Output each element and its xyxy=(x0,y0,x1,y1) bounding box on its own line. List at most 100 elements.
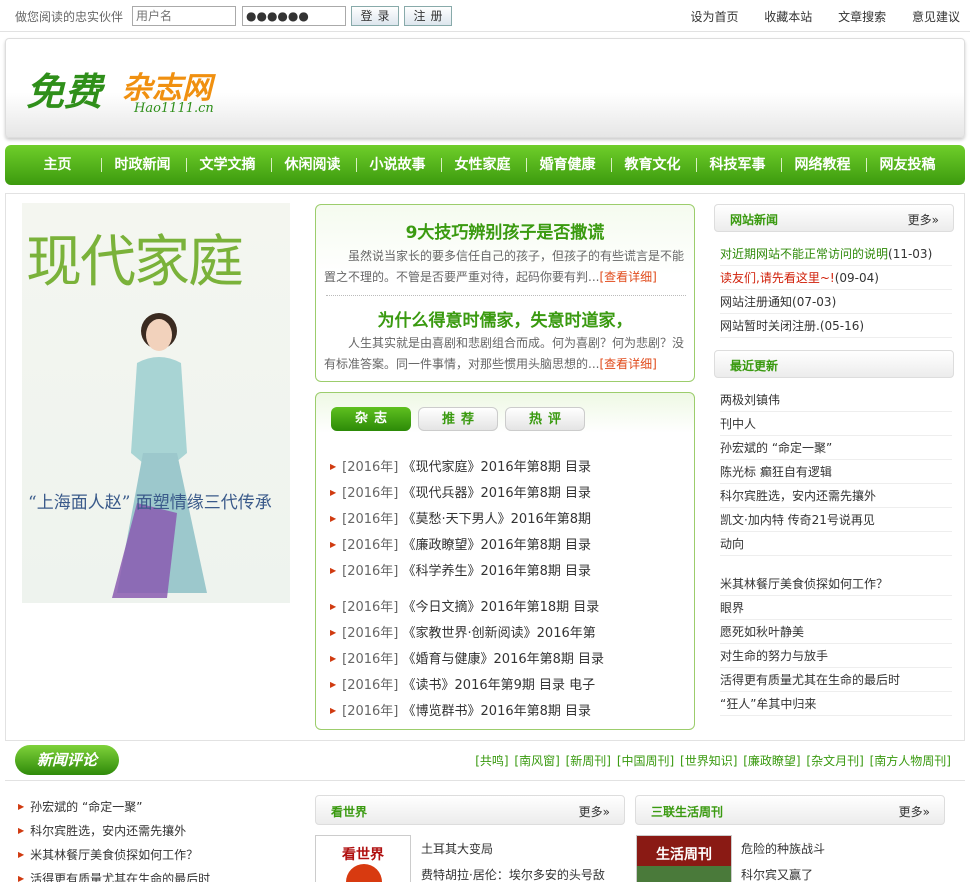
list-item[interactable]: ▶ [2016年] 《现代兵器》2016年第8期 目录 xyxy=(330,482,591,501)
password-input[interactable] xyxy=(242,6,346,26)
nav-item-tech[interactable]: 科技军事 xyxy=(695,145,780,185)
list-item[interactable]: ▶ [2016年] 《现代家庭》2016年第8期 目录 xyxy=(330,456,591,475)
thumb-title: 看世界 xyxy=(342,847,384,863)
magazine-box-item[interactable]: 危险的种族战斗 xyxy=(741,840,825,857)
news-review-button[interactable]: 新闻评论 xyxy=(15,745,119,775)
arrow-icon: ▶ xyxy=(330,462,337,471)
arrow-icon: ▶ xyxy=(330,628,337,637)
nav-item-stories[interactable]: 小说故事 xyxy=(355,145,440,185)
site-news-item[interactable]: 网站暂时关闭注册.(05-16) xyxy=(720,314,952,338)
news-review-item[interactable]: ▶ 科尔宾胜选，安内还需先攘外 xyxy=(18,822,186,839)
news-review-item[interactable]: ▶ 米其林餐厅美食侦探如何工作？ xyxy=(18,846,198,863)
article-summary: 人生其实就是由喜剧和悲剧组合而成。何为喜剧？何为悲剧？没有标准答案。同一件事情，… xyxy=(324,336,685,371)
article-title[interactable]: 9大技巧辨别孩子是否撒谎 xyxy=(316,218,694,243)
article-title[interactable]: 为什么得意时儒家，失意时道家， xyxy=(316,306,694,331)
latest-item[interactable]: 凯文·加内特 传奇21号说再见 xyxy=(720,508,952,532)
feedback-link[interactable]: 意见建议 xyxy=(912,10,960,24)
nav-item-education[interactable]: 教育文化 xyxy=(610,145,695,185)
list-item[interactable]: ▶ [2016年] 《廉政瞭望》2016年第8期 目录 xyxy=(330,534,591,553)
news-review-item[interactable]: ▶ 孙宏斌的 “命定一聚” xyxy=(18,798,142,815)
tag-link[interactable]: [共鸣] xyxy=(475,754,508,768)
list-item[interactable]: ▶ [2016年] 《家教世界·创新阅读》2016年第 xyxy=(330,622,596,641)
top-bar: 做您阅读的忠实伙伴 登录 注册 设为首页 收藏本站 文章搜索 意见建议 xyxy=(0,0,970,32)
nav-item-politics[interactable]: 时政新闻 xyxy=(100,145,185,185)
top-links: 设为首页 收藏本站 文章搜索 意见建议 xyxy=(668,8,960,25)
tag-link[interactable]: [南风窗] xyxy=(514,754,559,768)
site-news-item[interactable]: 读友们,请先看这里~!(09-04) xyxy=(720,266,952,290)
tag-link[interactable]: [世界知识] xyxy=(680,754,737,768)
username-input[interactable] xyxy=(132,6,236,26)
tab-hot-comments[interactable]: 热评 xyxy=(505,407,585,431)
tagline: 做您阅读的忠实伙伴 xyxy=(15,10,124,24)
latest-item[interactable]: 对生命的努力与放手 xyxy=(720,644,952,668)
magazine-box-item[interactable]: 土耳其大变局 xyxy=(421,840,493,857)
article-search-link[interactable]: 文章搜索 xyxy=(838,10,886,24)
nav-item-home[interactable]: 主页 xyxy=(15,145,100,185)
magazine-tag-links: [共鸣] [南风窗] [新周刊] [中国周刊] [世界知识] [廉政瞭望] [杂… xyxy=(473,752,951,769)
read-more-link[interactable]: [查看详细] xyxy=(599,270,656,284)
site-news-item[interactable]: 对近期网站不能正常访问的说明(11-03) xyxy=(720,242,952,266)
register-button[interactable]: 注册 xyxy=(404,6,452,26)
latest-item[interactable]: “狂人”牟其中归来 xyxy=(720,692,952,716)
latest-item[interactable]: 科尔宾胜选，安内还需先攘外 xyxy=(720,484,952,508)
magazine-box-item[interactable]: 费特胡拉·居伦：埃尔多安的头号敌 xyxy=(421,866,605,882)
article-summary: 虽然说当家长的要多信任自己的孩子，但孩子的有些谎言是不能置之不理的。不管是否要严… xyxy=(324,249,685,284)
latest-item[interactable]: 陈光标 癫狂自有逻辑 xyxy=(720,460,952,484)
read-more-link[interactable]: [查看详细] xyxy=(599,357,656,371)
magazine-thumbnail[interactable]: 看世界 xyxy=(315,835,411,882)
arrow-icon: ▶ xyxy=(330,706,337,715)
latest-item[interactable]: 愿死如秋叶静美 xyxy=(720,620,952,644)
cover-figure-image xyxy=(112,313,207,598)
tag-link[interactable]: [南方人物周刊] xyxy=(870,754,951,768)
featured-articles-box: 9大技巧辨别孩子是否撒谎 虽然说当家长的要多信任自己的孩子，但孩子的有些谎言是不… xyxy=(315,204,695,382)
latest-item[interactable]: 动向 xyxy=(720,532,952,556)
latest-item[interactable]: 眼界 xyxy=(720,596,952,620)
arrow-icon: ▶ xyxy=(330,566,337,575)
nav-item-health[interactable]: 婚育健康 xyxy=(525,145,610,185)
news-review-bar: 新闻评论 [共鸣] [南风窗] [新周刊] [中国周刊] [世界知识] [廉政瞭… xyxy=(5,741,965,781)
news-review-item[interactable]: ▶ 活得更有质量尤其在生命的最后时 xyxy=(18,870,210,882)
set-homepage-link[interactable]: 设为首页 xyxy=(690,10,738,24)
magazine-thumbnail[interactable]: 生活周刊 xyxy=(636,835,732,882)
site-news-item[interactable]: 网站注册通知(07-03) xyxy=(720,290,952,314)
site-news-title: 网站新闻 xyxy=(730,213,779,227)
magazine-box-more-link[interactable]: 更多» xyxy=(579,803,610,820)
nav-item-leisure[interactable]: 休闲阅读 xyxy=(270,145,355,185)
featured-magazine-cover[interactable]: 现代家庭 “上海面人赵” 面塑情缘三代传承 xyxy=(22,203,290,603)
latest-item[interactable]: 活得更有质量尤其在生命的最后时 xyxy=(720,668,952,692)
list-item[interactable]: ▶ [2016年] 《读书》2016年第9期 目录 电子 xyxy=(330,674,595,693)
arrow-icon: ▶ xyxy=(330,514,337,523)
magazine-box-more-link[interactable]: 更多» xyxy=(899,803,930,820)
nav-item-literature[interactable]: 文学文摘 xyxy=(185,145,270,185)
magazine-box-item[interactable]: 科尔宾又赢了 xyxy=(741,866,813,882)
list-item[interactable]: ▶ [2016年] 《莫愁·天下男人》2016年第8期 xyxy=(330,508,591,527)
arrow-icon: ▶ xyxy=(18,850,25,859)
latest-item[interactable]: 米其林餐厅美食侦探如何工作？ xyxy=(720,572,952,596)
nav-item-family[interactable]: 女性家庭 xyxy=(440,145,525,185)
list-item[interactable]: ▶ [2016年] 《科学养生》2016年第8期 目录 xyxy=(330,560,591,579)
list-item[interactable]: ▶ [2016年] 《今日文摘》2016年第18期 目录 xyxy=(330,596,599,615)
cover-quote: “上海面人赵” 面塑情缘三代传承 xyxy=(28,493,272,513)
bookmark-link[interactable]: 收藏本站 xyxy=(764,10,812,24)
arrow-icon: ▶ xyxy=(18,874,25,882)
tag-link[interactable]: [杂文月刊] xyxy=(806,754,863,768)
arrow-icon: ▶ xyxy=(330,602,337,611)
tab-magazines[interactable]: 杂志 xyxy=(331,407,411,431)
site-logo[interactable]: 免费 杂志网 Hao1111.cn xyxy=(26,61,214,116)
tag-link[interactable]: [新周刊] xyxy=(566,754,611,768)
login-button[interactable]: 登录 xyxy=(351,6,399,26)
latest-item[interactable]: 两极刘镇伟 xyxy=(720,388,952,412)
tag-link[interactable]: [廉政瞭望] xyxy=(743,754,800,768)
list-item[interactable]: ▶ [2016年] 《婚育与健康》2016年第8期 目录 xyxy=(330,648,604,667)
nav-item-tutorials[interactable]: 网络教程 xyxy=(780,145,865,185)
tag-link[interactable]: [中国周刊] xyxy=(617,754,674,768)
nav-item-submit[interactable]: 网友投稿 xyxy=(865,145,950,185)
latest-item[interactable]: 孙宏斌的 “命定一聚” xyxy=(720,436,952,460)
latest-item[interactable]: 刊中人 xyxy=(720,412,952,436)
site-news-more-link[interactable]: 更多» xyxy=(908,211,939,228)
header: 免费 杂志网 Hao1111.cn xyxy=(5,38,965,138)
arrow-icon: ▶ xyxy=(330,540,337,549)
site-news-header: 网站新闻 更多» xyxy=(714,204,954,232)
tab-recommended[interactable]: 推荐 xyxy=(418,407,498,431)
list-item[interactable]: ▶ [2016年] 《博览群书》2016年第8期 目录 xyxy=(330,700,591,719)
